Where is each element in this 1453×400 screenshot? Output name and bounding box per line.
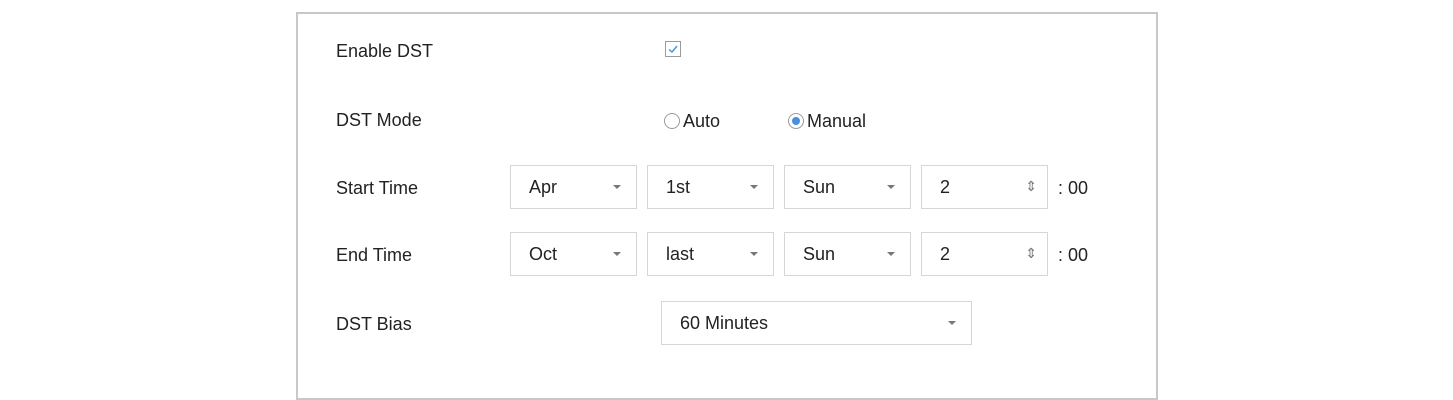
end-hour-spinner[interactable]: 2 ⇕ (921, 232, 1048, 276)
end-month-select[interactable]: Oct (510, 232, 637, 276)
enable-dst-checkbox[interactable] (665, 41, 681, 57)
start-hour-spinner[interactable]: 2 ⇕ (921, 165, 1048, 209)
radio-manual[interactable] (788, 113, 804, 129)
start-week-value: 1st (666, 177, 691, 197)
radio-auto[interactable] (664, 113, 680, 129)
caret-down-icon[interactable] (872, 166, 910, 208)
dst-mode-auto-option[interactable]: Auto (664, 110, 720, 132)
end-hour-value: 2 (940, 244, 951, 264)
end-week-select[interactable]: last (647, 232, 774, 276)
end-time-label: End Time (336, 245, 413, 265)
caret-down-icon[interactable] (933, 302, 971, 344)
end-minutes-suffix: : 00 (1058, 245, 1089, 265)
start-day-value: Sun (803, 177, 836, 197)
dst-bias-label: DST Bias (336, 314, 412, 334)
start-hour-value: 2 (940, 177, 951, 197)
start-day-select[interactable]: Sun (784, 165, 911, 209)
checkmark-icon (668, 45, 678, 53)
spinner-icon[interactable]: ⇕ (1025, 245, 1037, 261)
dst-mode-label: DST Mode (336, 110, 422, 130)
start-minutes-suffix: : 00 (1058, 178, 1089, 198)
spinner-icon[interactable]: ⇕ (1025, 178, 1037, 194)
caret-down-icon[interactable] (872, 233, 910, 275)
end-week-value: last (666, 244, 695, 264)
dst-bias-select[interactable]: 60 Minutes (661, 301, 972, 345)
start-month-value: Apr (529, 177, 558, 197)
radio-auto-label: Auto (683, 111, 721, 131)
end-day-select[interactable]: Sun (784, 232, 911, 276)
end-day-value: Sun (803, 244, 836, 264)
caret-down-icon[interactable] (598, 233, 636, 275)
dst-settings-panel: Enable DST DST Mode Auto Manual Start Ti… (296, 12, 1158, 400)
caret-down-icon[interactable] (735, 166, 773, 208)
start-time-label: Start Time (336, 178, 419, 198)
dst-bias-value: 60 Minutes (680, 313, 769, 333)
enable-dst-label: Enable DST (336, 41, 434, 61)
caret-down-icon[interactable] (598, 166, 636, 208)
radio-manual-label: Manual (807, 111, 867, 131)
start-month-select[interactable]: Apr (510, 165, 637, 209)
end-month-value: Oct (529, 244, 558, 264)
start-week-select[interactable]: 1st (647, 165, 774, 209)
caret-down-icon[interactable] (735, 233, 773, 275)
dst-mode-manual-option[interactable]: Manual (788, 110, 866, 132)
